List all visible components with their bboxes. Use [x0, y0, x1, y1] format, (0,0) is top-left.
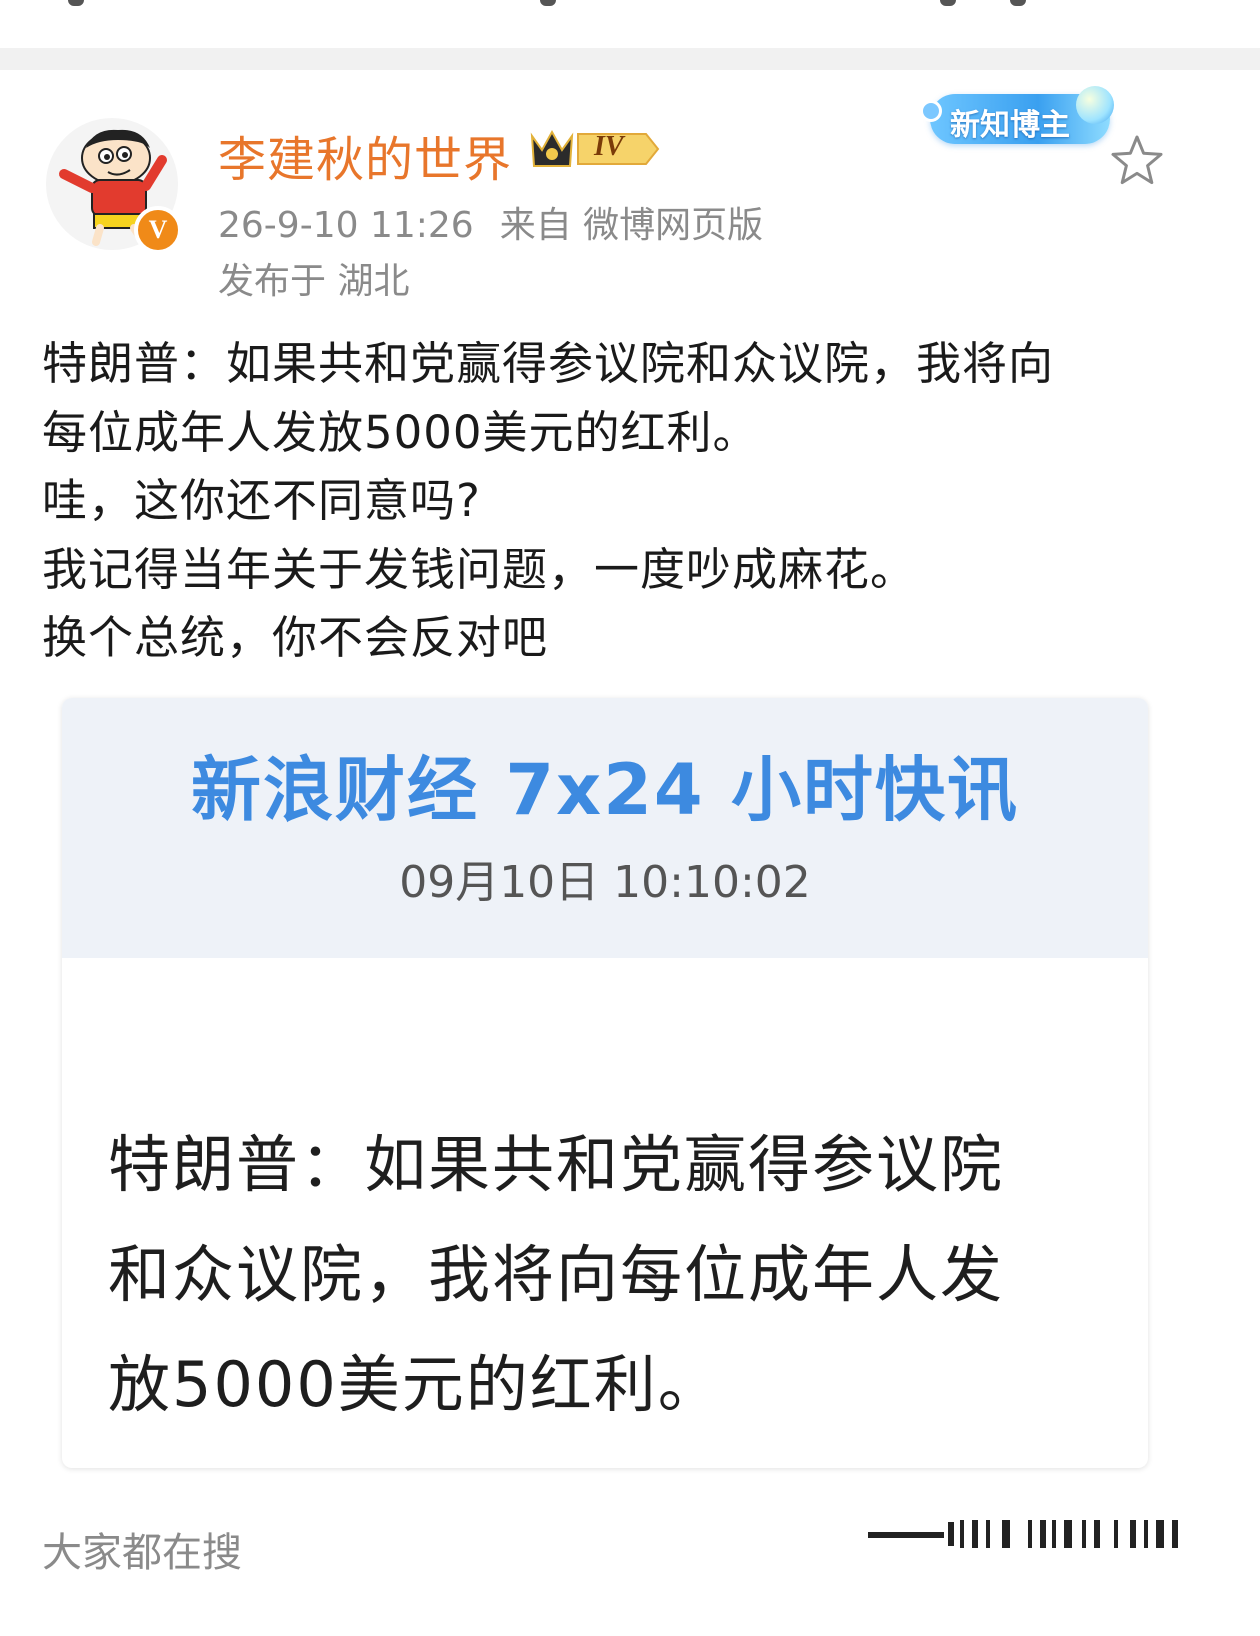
- top-status-strip: [0, 0, 1260, 48]
- post-meta: 26-9-10 11:26 来自 微博网页版: [218, 196, 763, 248]
- post-text-line: 我记得当年关于发钱问题，一度吵成麻花。: [42, 542, 917, 596]
- post-text-line: 哇，这你还不同意吗?: [42, 474, 481, 527]
- level-badge[interactable]: IV: [528, 124, 662, 174]
- level-text: IV: [594, 131, 624, 162]
- news-card-line: 放5000美元的红利。: [108, 1348, 722, 1421]
- post-location: 发布于 湖北: [218, 261, 410, 302]
- section-separator: [0, 48, 1260, 70]
- new-blogger-badge[interactable]: 新知博主: [920, 80, 1120, 154]
- news-card-time: 09月10日 10:10:02: [399, 857, 811, 908]
- top-glyph-fragment: [1010, 0, 1026, 6]
- trending-search-preview[interactable]: [868, 1516, 1188, 1556]
- post-body: 特朗普：如果共和党赢得参议院和众议院，我将向 每位成年人发放5000美元的红利。…: [42, 330, 1222, 673]
- post-text-line: 每位成年人发放5000美元的红利。: [42, 405, 759, 459]
- sparkle-icon: [920, 100, 942, 122]
- top-glyph-fragment: [540, 0, 556, 6]
- post-source[interactable]: 来自 微博网页版: [500, 205, 763, 246]
- post-datetime: 26-9-10 11:26: [218, 205, 474, 246]
- post-text-line: 换个总统，你不会反对吧: [42, 611, 549, 664]
- news-card-body: 特朗普：如果共和党赢得参议院 和众议院，我将向每位成年人发 放5000美元的红利…: [108, 1110, 1108, 1440]
- username[interactable]: 李建秋的世界: [218, 120, 512, 190]
- top-glyph-fragment: [940, 0, 956, 6]
- verified-badge: V: [134, 206, 182, 254]
- trending-search-label[interactable]: 大家都在搜: [42, 1520, 242, 1578]
- news-image-card[interactable]: 新浪财经 7x24 小时快讯 09月10日 10:10:02 特朗普：如果共和党…: [62, 698, 1148, 1468]
- news-card-title: 新浪财经 7x24 小时快讯: [190, 749, 1019, 831]
- orb-icon: [1076, 86, 1114, 124]
- badge-label: 新知博主: [950, 108, 1070, 143]
- news-card-line: 特朗普：如果共和党赢得参议院: [108, 1128, 1005, 1201]
- favorite-button[interactable]: [1108, 132, 1166, 190]
- top-glyph-fragment: [68, 0, 84, 6]
- star-outline-icon: [1111, 135, 1163, 185]
- news-card-line: 和众议院，我将向每位成年人发: [108, 1238, 1005, 1311]
- news-card-header: 新浪财经 7x24 小时快讯 09月10日 10:10:02: [62, 698, 1148, 958]
- post-text-line: 特朗普：如果共和党赢得参议院和众议院，我将向: [42, 337, 1055, 390]
- redacted-text-icon: [868, 1520, 1178, 1548]
